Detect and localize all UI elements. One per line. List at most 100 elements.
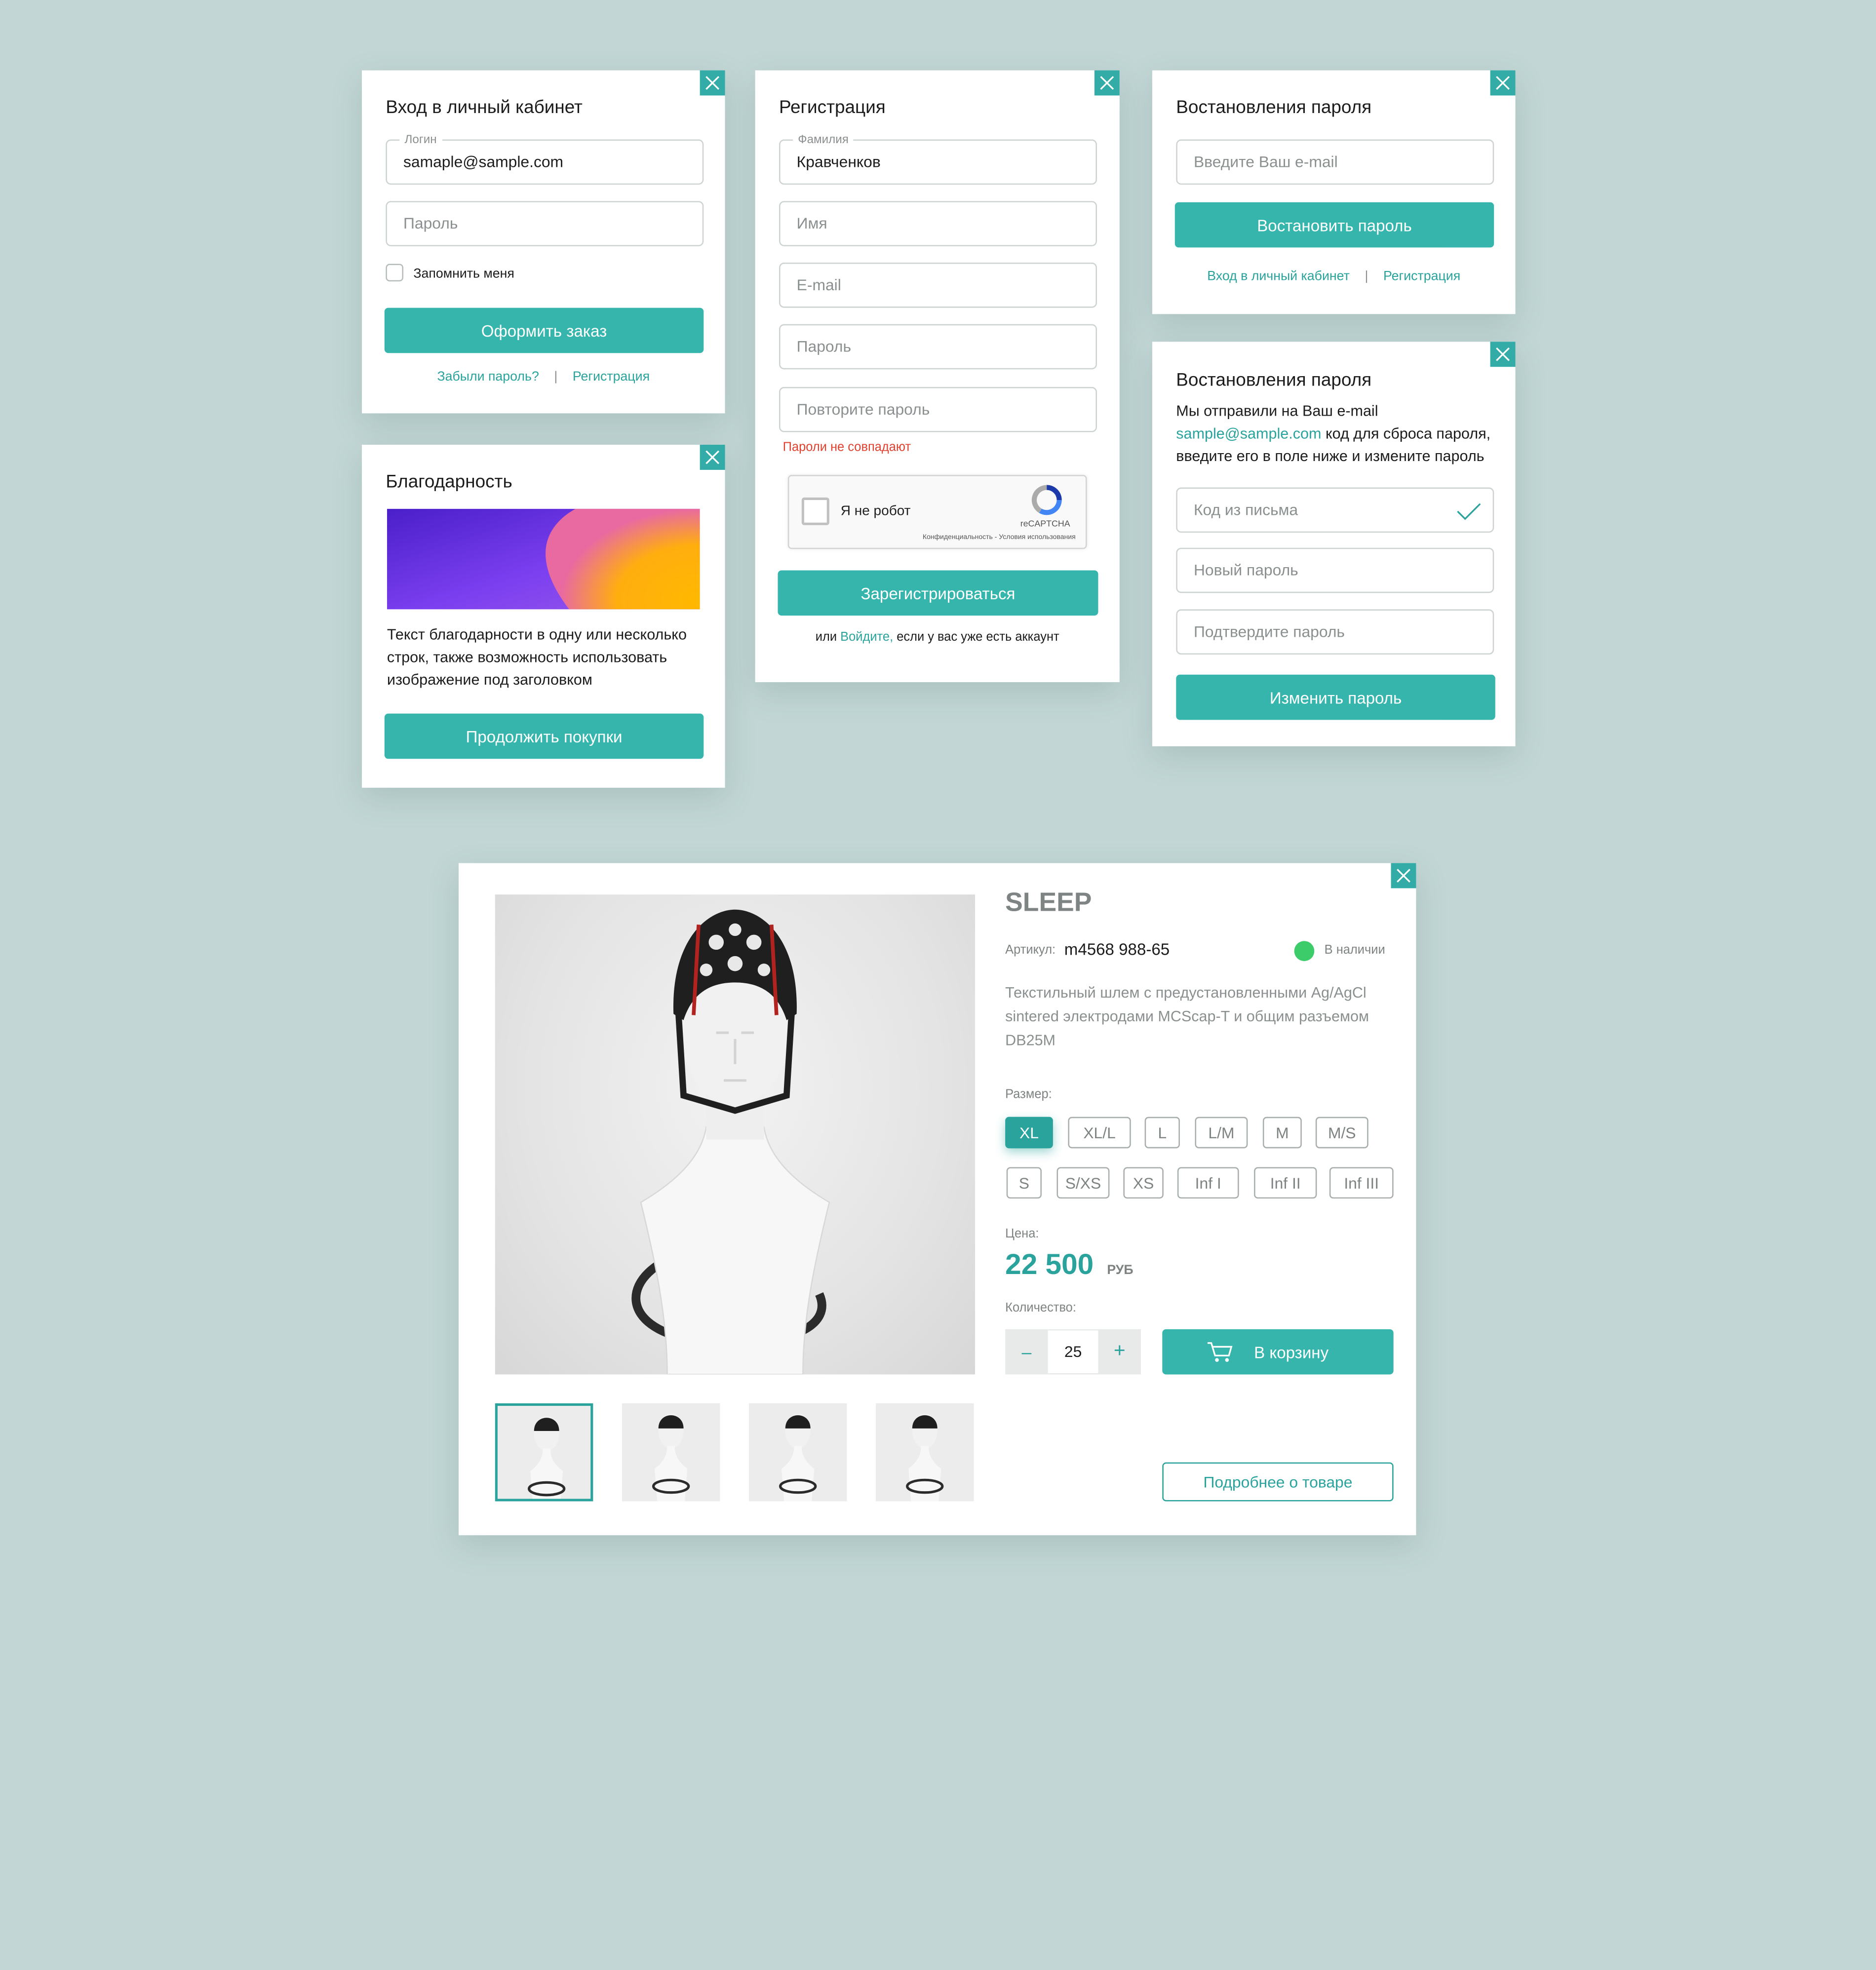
close-button[interactable] bbox=[1391, 863, 1416, 888]
close-icon bbox=[705, 450, 720, 464]
registration-modal: Регистрация Фамилия Кравченков Имя E-mai… bbox=[755, 70, 1120, 683]
add-to-cart-label: В корзину bbox=[1254, 1342, 1329, 1361]
recaptcha-widget: Я не робот reCAPTCHA Конфиденциальность … bbox=[787, 475, 1087, 549]
checkmark-icon bbox=[1457, 503, 1481, 520]
login-prompt-suffix: если у вас уже есть аккаунт bbox=[897, 630, 1059, 645]
stock-status: В наличии bbox=[1324, 943, 1385, 958]
product-thumbnail[interactable] bbox=[495, 1403, 593, 1502]
restore-password-modal: Востановления пароля Введите Ваш e-mail … bbox=[1152, 70, 1516, 314]
submit-button[interactable]: Оформить заказ bbox=[384, 308, 704, 353]
restore-email-field[interactable]: Введите Ваш e-mail bbox=[1176, 139, 1494, 185]
cart-icon bbox=[1207, 1342, 1233, 1362]
article-value: m4568 988-65 bbox=[1064, 939, 1170, 959]
recaptcha-logo-icon bbox=[1031, 485, 1062, 515]
in-stock-indicator bbox=[1294, 941, 1315, 962]
thumbnail-image bbox=[527, 1416, 566, 1499]
close-button[interactable] bbox=[1094, 70, 1120, 96]
details-button[interactable]: Подробнее о товаре bbox=[1162, 1462, 1394, 1502]
modal-title: Регистрация bbox=[779, 98, 886, 118]
quantity-increase-button[interactable]: + bbox=[1098, 1329, 1141, 1375]
modal-title: Благодарность bbox=[386, 472, 512, 493]
restore-button[interactable]: Востановить пароль bbox=[1174, 202, 1494, 248]
register-link[interactable]: Регистрация bbox=[1383, 269, 1460, 284]
size-option-l-m[interactable]: L/M bbox=[1195, 1117, 1248, 1149]
thumbnail-image bbox=[779, 1413, 817, 1502]
confirm-password-field[interactable]: Подтвердите пароль bbox=[1176, 609, 1494, 655]
quantity-decrease-button[interactable]: – bbox=[1005, 1329, 1048, 1375]
password-field[interactable]: Пароль bbox=[386, 201, 704, 246]
repeat-password-field[interactable]: Повторите пароль bbox=[779, 386, 1097, 432]
new-password-placeholder: Новый пароль bbox=[1193, 561, 1298, 579]
name-field[interactable]: Имя bbox=[779, 201, 1097, 246]
restore-links: Вход в личный кабинет | Регистрация bbox=[1152, 269, 1516, 284]
product-thumbnail[interactable] bbox=[876, 1403, 974, 1502]
price-currency: РУБ bbox=[1107, 1262, 1133, 1278]
size-option-m[interactable]: M bbox=[1262, 1117, 1302, 1149]
size-option-inf-i[interactable]: Inf I bbox=[1177, 1167, 1239, 1199]
new-password-field[interactable]: Новый пароль bbox=[1176, 547, 1494, 593]
login-label: Логин bbox=[399, 133, 442, 147]
login-field[interactable]: Логин samaple@sample.com bbox=[386, 133, 704, 185]
size-option-xs[interactable]: XS bbox=[1123, 1167, 1164, 1199]
login-links: Забыли пароль? | Регистрация bbox=[362, 369, 725, 385]
product-thumbnail[interactable] bbox=[748, 1403, 847, 1502]
eeg-cap-mannequin-image bbox=[631, 909, 830, 1375]
continue-shopping-button[interactable]: Продолжить покупки bbox=[384, 713, 704, 759]
gradient-banner-image bbox=[387, 508, 700, 610]
size-option-inf-ii[interactable]: Inf II bbox=[1254, 1167, 1317, 1199]
restore-email-placeholder: Введите Ваш e-mail bbox=[1193, 153, 1338, 171]
size-option-l[interactable]: L bbox=[1144, 1117, 1180, 1149]
login-prompt: или Войдите, если у вас уже есть аккаунт bbox=[755, 631, 1120, 645]
quantity-label: Количество: bbox=[1005, 1301, 1076, 1315]
remember-label: Запомнить меня bbox=[413, 266, 514, 282]
size-option-s[interactable]: S bbox=[1006, 1167, 1042, 1199]
remember-checkbox[interactable] bbox=[386, 264, 404, 282]
recaptcha-label: Я не робот bbox=[840, 503, 911, 519]
close-icon bbox=[1397, 869, 1410, 883]
product-thumbnail[interactable] bbox=[622, 1403, 720, 1502]
close-icon bbox=[1496, 347, 1510, 361]
recaptcha-checkbox[interactable] bbox=[801, 497, 829, 525]
product-description: Текстильный шлем с предустановленными Ag… bbox=[1005, 983, 1369, 1049]
code-field[interactable]: Код из письма bbox=[1176, 487, 1494, 533]
login-modal: Вход в личный кабинет Логин samaple@samp… bbox=[362, 70, 725, 414]
article-label: Артикул: bbox=[1005, 943, 1056, 958]
close-icon bbox=[1100, 76, 1114, 90]
register-link[interactable]: Регистрация bbox=[573, 369, 650, 385]
surname-field[interactable]: Фамилия Кравченков bbox=[779, 133, 1097, 185]
register-button[interactable]: Зарегистрироваться bbox=[778, 570, 1098, 616]
close-icon bbox=[705, 76, 720, 90]
quantity-input[interactable]: 25 bbox=[1048, 1329, 1098, 1375]
product-main-image bbox=[495, 894, 976, 1375]
size-option-xl[interactable]: XL bbox=[1005, 1117, 1053, 1149]
email-field[interactable]: E-mail bbox=[779, 262, 1097, 308]
restore-code-text: Мы отправили на Ваш e-mail sample@sample… bbox=[1176, 399, 1496, 467]
password-placeholder: Пароль bbox=[796, 338, 852, 356]
email-link[interactable]: sample@sample.com bbox=[1176, 425, 1321, 442]
modal-title: Востановления пароля bbox=[1176, 98, 1372, 118]
close-button[interactable] bbox=[700, 445, 725, 470]
password-field[interactable]: Пароль bbox=[779, 324, 1097, 370]
close-icon bbox=[1496, 76, 1510, 90]
size-option-xl-l[interactable]: XL/L bbox=[1068, 1117, 1131, 1149]
login-link[interactable]: Войдите, bbox=[840, 631, 893, 645]
product-name: SLEEP bbox=[1005, 888, 1092, 917]
size-option-s-xs[interactable]: S/XS bbox=[1056, 1167, 1110, 1199]
restore-code-modal: Востановления пароля Мы отправили на Ваш… bbox=[1152, 342, 1516, 746]
code-placeholder: Код из письма bbox=[1193, 501, 1298, 519]
size-label: Размер: bbox=[1005, 1088, 1052, 1102]
forgot-password-link[interactable]: Забыли пароль? bbox=[437, 369, 539, 385]
surname-value: Кравченков bbox=[796, 153, 881, 171]
surname-label: Фамилия bbox=[793, 133, 854, 147]
close-button[interactable] bbox=[700, 70, 725, 96]
change-password-button[interactable]: Изменить пароль bbox=[1176, 674, 1495, 720]
close-button[interactable] bbox=[1490, 70, 1516, 96]
close-button[interactable] bbox=[1490, 342, 1516, 367]
size-option-m-s[interactable]: M/S bbox=[1315, 1117, 1368, 1149]
price-label: Цена: bbox=[1005, 1227, 1039, 1241]
add-to-cart-button[interactable]: В корзину bbox=[1162, 1329, 1394, 1375]
login-link[interactable]: Вход в личный кабинет bbox=[1207, 269, 1350, 284]
confirm-password-placeholder: Подтвердите пароль bbox=[1193, 623, 1345, 641]
size-option-inf-iii[interactable]: Inf III bbox=[1329, 1167, 1394, 1199]
text-prefix: Мы отправили на Ваш e-mail bbox=[1176, 402, 1378, 420]
